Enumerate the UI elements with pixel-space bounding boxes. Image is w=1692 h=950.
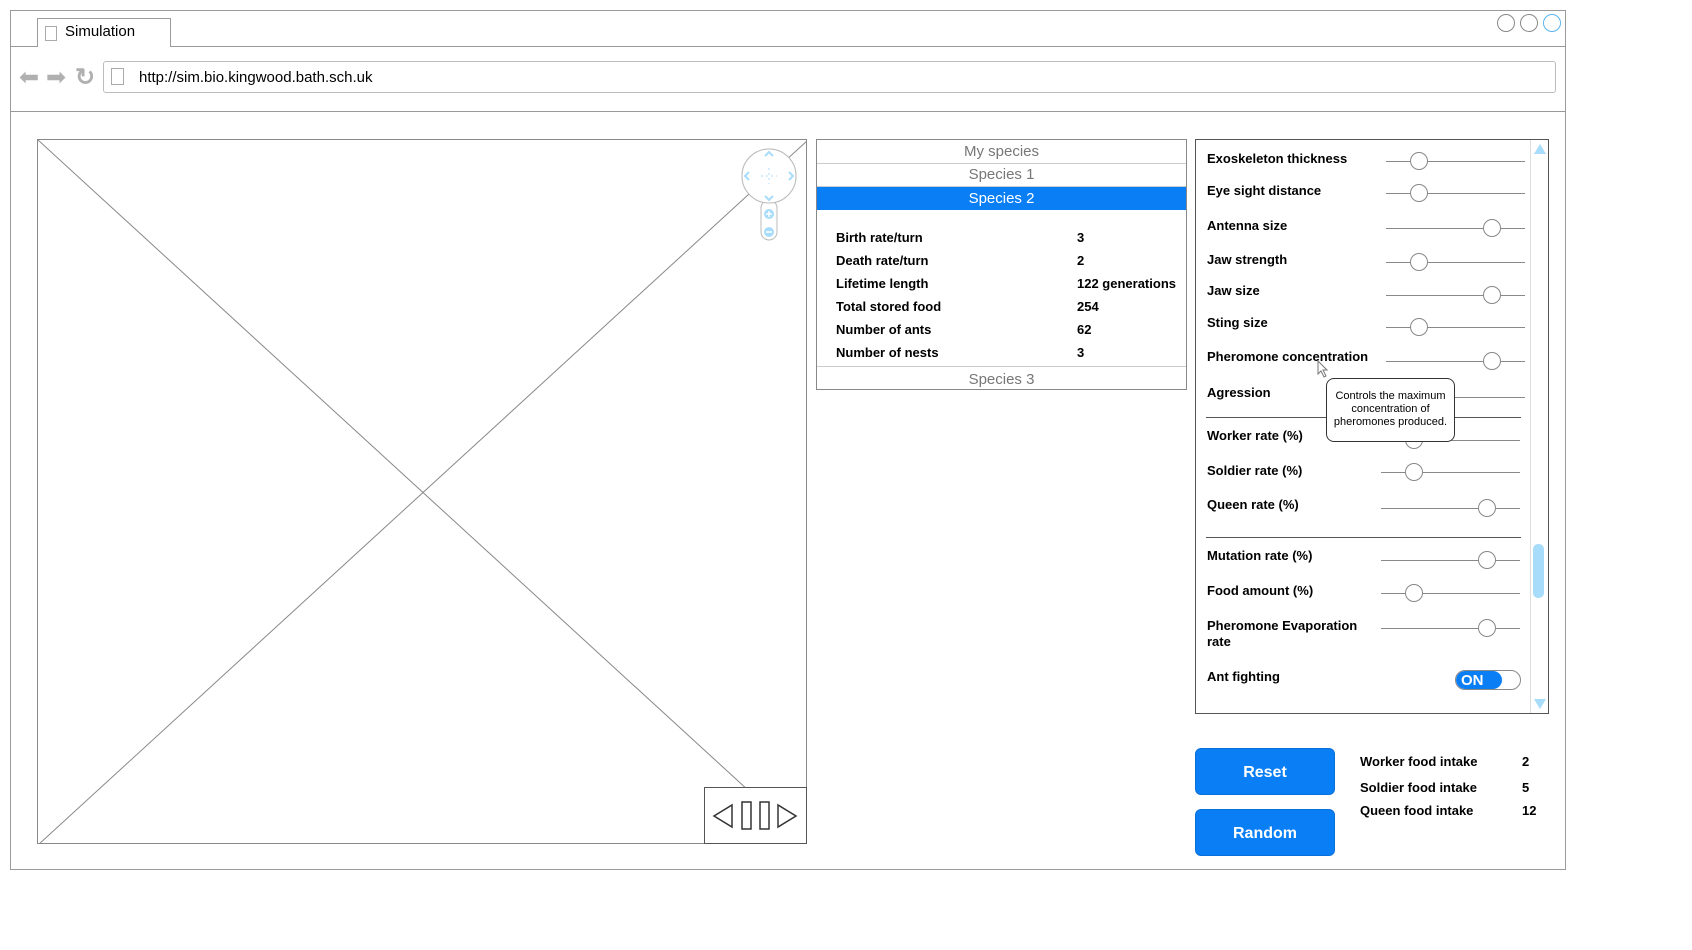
slider-track [1386,262,1525,263]
pheromone-tooltip: Controls the maximum concentration of ph… [1326,378,1455,442]
stat-value: 122 generations [1077,276,1176,291]
tab-title: Simulation [65,23,136,40]
eye-sight-slider[interactable] [1410,184,1429,202]
stat-label: Lifetime length [836,276,929,291]
page-icon [111,68,124,85]
stat-label: Birth rate/turn [836,230,923,245]
slider-label: Pheromone concentration [1207,349,1369,364]
stat-value: 3 [1077,345,1085,360]
slider-track [1386,361,1525,362]
slider-label: Food amount (%) [1207,583,1314,598]
slider-label: Antenna size [1207,218,1288,233]
ant-fighting-toggle[interactable]: ON [1455,670,1521,690]
scroll-down-icon [1534,699,1546,709]
playback-controls [704,787,807,844]
step-back-icon [712,803,733,829]
page-icon [45,26,57,41]
species-item-1[interactable]: Species 1 [817,163,1186,186]
forward-arrow-icon[interactable]: ➡ [46,66,66,90]
url-text[interactable]: http://sim.bio.kingwood.bath.sch.uk [139,69,372,86]
slider-label: Exoskeleton thickness [1207,151,1348,166]
species-list-header: My species [963,143,1040,160]
intake-value: 2 [1522,754,1530,769]
jaw-strength-slider[interactable] [1410,253,1429,271]
slider-track [1381,472,1520,473]
queen-rate-slider[interactable] [1477,499,1496,517]
exoskeleton-slider[interactable] [1410,152,1429,170]
slider-label: Worker rate (%) [1207,428,1303,443]
play-icon [777,803,798,829]
pause-bar-icon [759,801,770,830]
ant-fighting-label: Ant fighting [1207,669,1280,684]
stat-label: Total stored food [836,299,942,314]
settings-scrollbar[interactable] [1530,140,1549,713]
sting-size-slider[interactable] [1410,318,1429,336]
scroll-thumb[interactable] [1533,544,1544,598]
slider-label: Jaw strength [1207,252,1288,267]
stat-label: Death rate/turn [836,253,929,268]
slider-track [1386,193,1525,194]
slider-track [1381,628,1520,629]
pause-bar-icon [741,801,752,830]
reload-icon[interactable]: ↻ [75,66,95,90]
stat-value: 2 [1077,253,1085,268]
slider-track [1381,593,1520,594]
slider-label: Pheromone Evaporation rate [1207,618,1358,649]
browser-tab[interactable]: Simulation [37,18,171,47]
slider-label: Sting size [1207,315,1268,330]
species-item-2[interactable]: Species 2 [817,187,1186,210]
image-placeholder [38,140,806,843]
pheromone-concentration-slider[interactable] [1482,352,1501,370]
section-divider [1206,537,1521,538]
slider-label: Soldier rate (%) [1207,463,1303,478]
reset-button[interactable]: Reset [1195,748,1335,795]
intake-value: 5 [1522,780,1530,795]
simulation-map[interactable] [37,139,807,844]
stat-value: 3 [1077,230,1085,245]
slider-label: Agression [1207,385,1271,400]
map-navigation-control[interactable] [740,148,798,243]
mutation-rate-slider[interactable] [1477,551,1496,569]
intake-label: Soldier food intake [1360,780,1478,795]
slider-label: Queen rate (%) [1207,497,1299,512]
close-button[interactable] [1543,14,1561,32]
slider-label: Eye sight distance [1207,183,1322,198]
slider-track [1386,327,1525,328]
address-bar[interactable]: http://sim.bio.kingwood.bath.sch.uk [103,61,1556,93]
chrome-divider [10,111,1566,112]
species-item-3[interactable]: Species 3 [817,368,1186,391]
back-arrow-icon[interactable]: ⬅ [19,66,39,90]
slider-track [1381,508,1520,509]
intake-label: Queen food intake [1360,803,1474,818]
soldier-rate-slider[interactable] [1405,463,1424,481]
minimize-button[interactable] [1497,14,1515,32]
intake-value: 12 [1522,803,1537,818]
slider-track [1381,560,1520,561]
scroll-up-icon [1534,144,1546,154]
slider-track [1386,228,1525,229]
tab-bar-divider [10,46,1566,47]
jaw-size-slider[interactable] [1482,286,1501,304]
species-panel: My species Species 1 Species 2 Birth rat… [816,139,1187,390]
toggle-state: ON [1461,672,1484,689]
stat-value: 254 [1077,299,1099,314]
food-amount-slider[interactable] [1405,584,1424,602]
slider-track [1386,161,1525,162]
antenna-slider[interactable] [1482,219,1501,237]
mouse-cursor-icon [1317,360,1329,378]
slider-label: Mutation rate (%) [1207,548,1313,563]
maximize-button[interactable] [1520,14,1538,32]
slider-label: Jaw size [1207,283,1260,298]
pheromone-evaporation-slider[interactable] [1477,619,1496,637]
slider-track [1386,295,1525,296]
stat-label: Number of ants [836,322,932,337]
intake-label: Worker food intake [1360,754,1478,769]
random-button[interactable]: Random [1195,809,1335,856]
stat-value: 62 [1077,322,1092,337]
stat-label: Number of nests [836,345,939,360]
